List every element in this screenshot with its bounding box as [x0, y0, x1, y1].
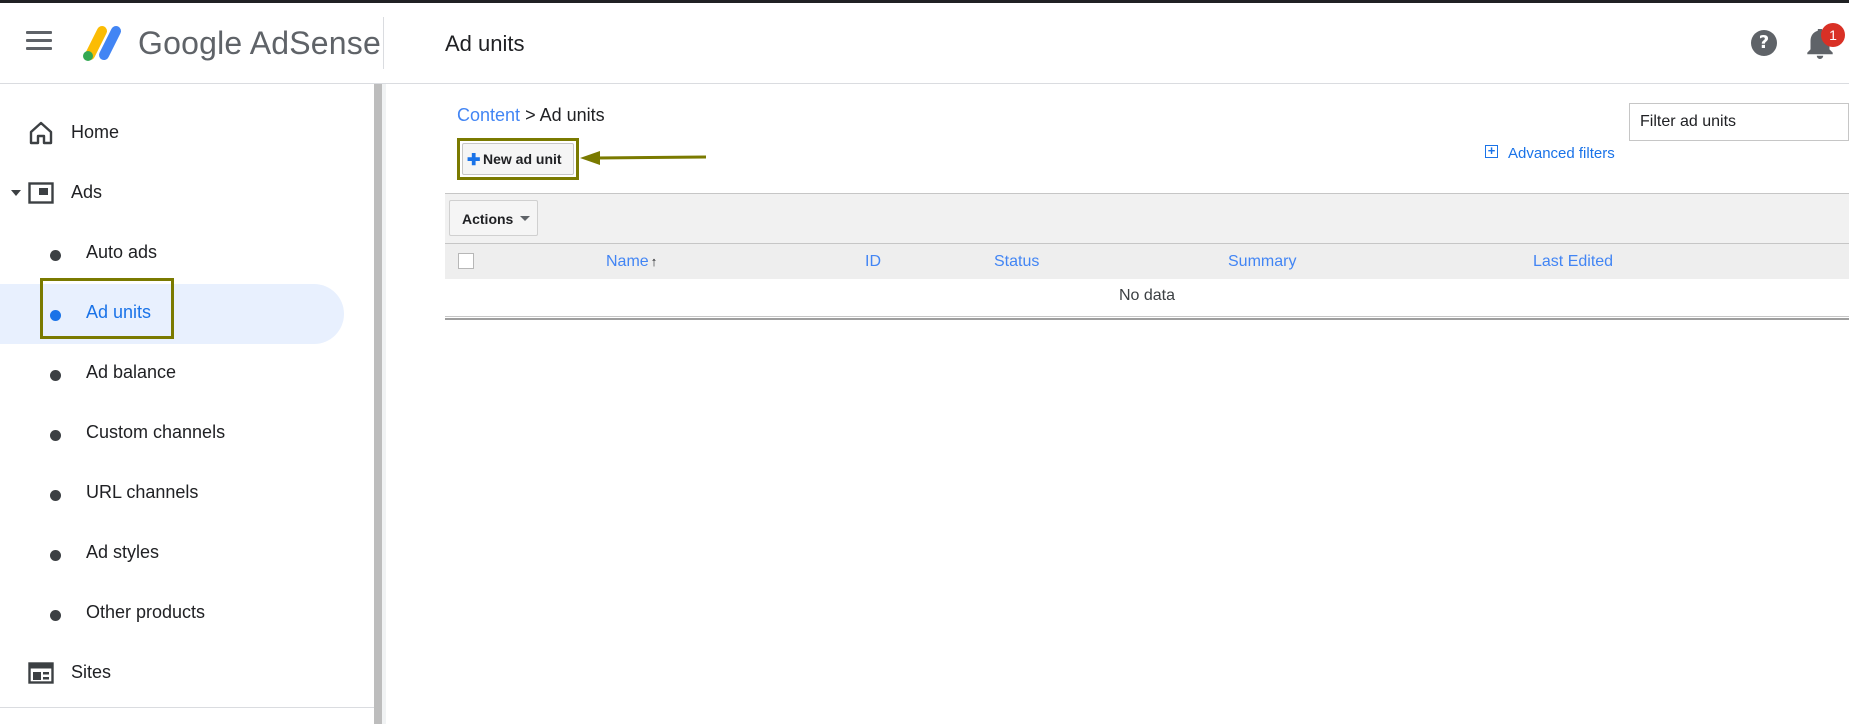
sidebar-item-auto-ads[interactable]: Auto ads	[0, 224, 344, 284]
notification-badge: 1	[1821, 23, 1845, 47]
sidebar-item-label: Ad balance	[86, 362, 177, 382]
page-title: Ad units	[445, 31, 525, 56]
dropdown-arrow-icon	[520, 216, 530, 221]
arrow-annotation-icon	[580, 151, 707, 165]
column-header-status[interactable]: Status	[994, 253, 1039, 271]
bullet-icon	[50, 490, 61, 501]
sidebar-item-label: Ads	[71, 182, 103, 202]
breadcrumb-current: Ad units	[539, 105, 605, 125]
expand-caret-icon[interactable]	[11, 190, 21, 196]
sidebar-scrollbar-thumb[interactable]	[374, 84, 382, 724]
column-header-label: Name	[606, 253, 649, 270]
bullet-icon	[50, 550, 61, 561]
column-header-summary[interactable]: Summary	[1228, 253, 1296, 271]
sidebar-item-ad-balance[interactable]: Ad balance	[0, 344, 344, 404]
new-ad-unit-label: New ad unit	[483, 151, 562, 167]
sidebar-divider	[0, 707, 374, 708]
plus-icon: ✚	[467, 152, 481, 169]
help-icon[interactable]: ?	[1751, 30, 1777, 56]
breadcrumb-link-content[interactable]: Content	[457, 105, 520, 125]
bullet-icon	[50, 610, 61, 621]
sidebar-item-other-products[interactable]: Other products	[0, 584, 344, 644]
ads-icon	[28, 182, 54, 204]
breadcrumb-separator: >	[525, 105, 536, 125]
sidebar-item-sites[interactable]: Sites	[0, 644, 344, 704]
sidebar-item-label: URL channels	[86, 482, 199, 502]
sidebar-item-label: Sites	[71, 662, 112, 682]
table-bottom-border	[445, 316, 1849, 320]
sidebar-item-ad-units[interactable]: Ad units	[0, 284, 344, 344]
sidebar-item-label: Ad styles	[86, 542, 160, 562]
column-header-last-edited[interactable]: Last Edited	[1533, 253, 1613, 271]
sidebar-nav: Home Ads Auto ads Ad units Ad balance Cu…	[0, 84, 374, 724]
bullet-icon	[50, 370, 61, 381]
hamburger-menu-icon[interactable]	[26, 31, 52, 51]
advanced-filters-label: Advanced filters	[1508, 145, 1615, 162]
sidebar-item-label: Custom channels	[86, 422, 226, 442]
bullet-icon	[50, 310, 61, 321]
sidebar-item-url-channels[interactable]: URL channels	[0, 464, 344, 524]
sidebar-item-label: Other products	[86, 602, 206, 622]
sidebar-item-home[interactable]: Home	[0, 104, 344, 164]
sidebar-item-label: Auto ads	[86, 242, 158, 262]
expand-plus-icon: +	[1485, 144, 1498, 158]
header-divider	[383, 17, 384, 69]
sidebar-item-ad-styles[interactable]: Ad styles	[0, 524, 344, 584]
app-header: Google AdSense Ad units ? 1	[0, 3, 1849, 84]
select-all-checkbox[interactable]	[458, 253, 474, 269]
column-header-name[interactable]: Name ↑	[606, 253, 657, 271]
sidebar-item-custom-channels[interactable]: Custom channels	[0, 404, 344, 464]
filter-ad-units-input[interactable]	[1629, 103, 1849, 141]
brand-name: Google AdSense	[138, 25, 381, 61]
home-icon	[29, 121, 53, 145]
actions-toolbar: Actions	[445, 193, 1849, 243]
actions-dropdown-button[interactable]: Actions	[449, 200, 538, 236]
adsense-logo-icon	[83, 26, 121, 61]
column-header-id[interactable]: ID	[865, 253, 881, 271]
new-ad-unit-button[interactable]: ✚ New ad unit	[462, 143, 574, 175]
empty-table-message: No data	[1118, 287, 1176, 304]
bullet-icon	[50, 250, 61, 261]
bullet-icon	[50, 430, 61, 441]
breadcrumb: Content > Ad units	[457, 105, 605, 126]
sidebar-item-label: Ad units	[86, 302, 152, 322]
sites-icon	[28, 662, 54, 684]
table-header-row: Name ↑ ID Status Summary Last Edited	[445, 243, 1849, 279]
actions-label: Actions	[462, 211, 514, 227]
sidebar-item-ads[interactable]: Ads	[0, 164, 344, 224]
sort-ascending-icon: ↑	[650, 254, 658, 269]
sidebar-item-label: Home	[71, 122, 120, 142]
